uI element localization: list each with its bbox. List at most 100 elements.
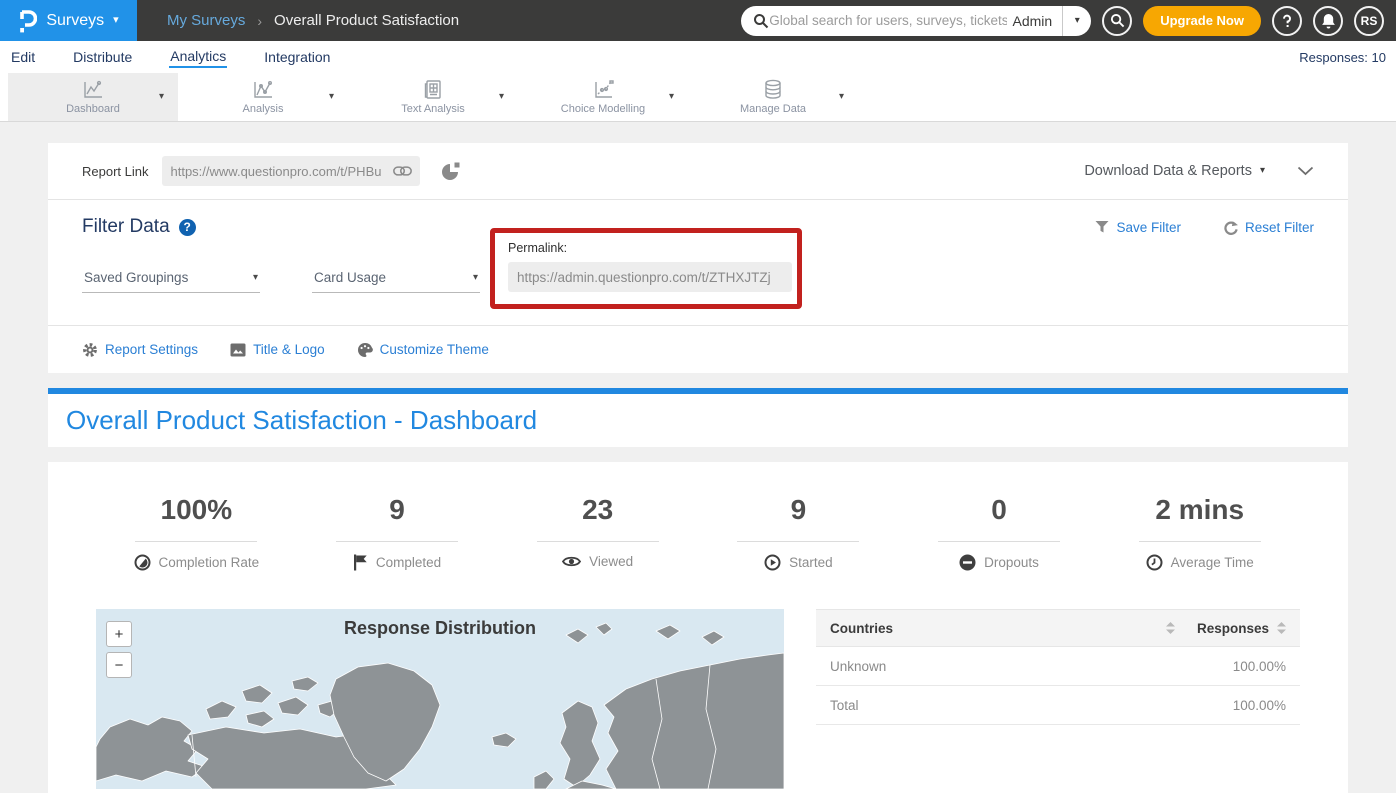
toolbar-dashboard[interactable]: Dashboard: [8, 73, 178, 121]
chain-link-icon[interactable]: [393, 165, 412, 177]
pie-report-icon[interactable]: [440, 161, 461, 182]
chevron-right-icon: [257, 13, 262, 29]
tab-distribute[interactable]: Distribute: [72, 47, 133, 67]
responses-header[interactable]: Responses: [1197, 621, 1269, 636]
map-zoom-in-button[interactable]: +: [106, 621, 132, 647]
toolbar-text-analysis[interactable]: Text Analysis: [348, 73, 518, 121]
divider: [537, 541, 659, 542]
caret-down-icon[interactable]: [329, 92, 334, 102]
stat-completion-rate: 100% Completion Rate: [96, 494, 297, 571]
clock-icon: [1146, 554, 1163, 571]
country-cell: Unknown: [830, 659, 886, 674]
countries-table-header: Countries Responses: [816, 609, 1300, 647]
upgrade-now-button[interactable]: Upgrade Now: [1143, 6, 1261, 36]
report-settings-button[interactable]: Report Settings: [82, 342, 198, 358]
report-link-field: [162, 156, 420, 186]
countries-header[interactable]: Countries: [830, 621, 893, 636]
toolbar-choice-modelling[interactable]: Choice Modelling: [518, 73, 688, 121]
saved-groupings-select[interactable]: Saved Groupings: [82, 270, 260, 293]
divider: [737, 541, 859, 542]
report-actions-row: Report Settings Title & Logo Customize T…: [48, 325, 1348, 373]
global-search-input[interactable]: [769, 13, 1006, 28]
map-zoom-out-button[interactable]: −: [106, 652, 132, 678]
search-icon: [1110, 13, 1125, 28]
divider: [938, 541, 1060, 542]
database-icon: [763, 79, 783, 100]
toolbar-label: Analysis: [243, 103, 284, 115]
question-circle-icon[interactable]: [179, 219, 196, 236]
download-data-reports-button[interactable]: Download Data & Reports: [1084, 163, 1265, 179]
title-logo-button[interactable]: Title & Logo: [230, 342, 325, 357]
stat-label: Completion Rate: [159, 555, 260, 570]
divider: [1139, 541, 1261, 542]
stat-value: 100%: [96, 494, 297, 526]
map-title: Response Distribution: [96, 609, 784, 639]
play-circle-icon: [764, 554, 781, 571]
notifications-button[interactable]: [1313, 6, 1343, 36]
avatar[interactable]: RS: [1354, 6, 1384, 36]
scatter-flag-icon: [592, 80, 614, 100]
gear-icon: [82, 342, 98, 358]
title-logo-label: Title & Logo: [253, 342, 325, 357]
surveys-menu[interactable]: Surveys: [0, 0, 137, 41]
customize-theme-button[interactable]: Customize Theme: [357, 342, 489, 358]
reset-filter-label: Reset Filter: [1245, 220, 1314, 235]
bell-icon: [1321, 13, 1336, 29]
report-link-input[interactable]: [170, 164, 393, 179]
caret-down-icon[interactable]: [669, 92, 674, 102]
breadcrumb-current: Overall Product Satisfaction: [274, 12, 459, 29]
reset-filter-button[interactable]: Reset Filter: [1223, 220, 1314, 235]
stat-label: Average Time: [1171, 555, 1254, 570]
image-icon: [230, 343, 246, 357]
breadcrumb-my-surveys[interactable]: My Surveys: [167, 12, 245, 29]
search-scope-dropdown[interactable]: [1063, 6, 1091, 36]
toolbar-manage-data[interactable]: Manage Data: [688, 73, 858, 121]
customize-theme-label: Customize Theme: [380, 342, 489, 357]
saved-groupings-label: Saved Groupings: [84, 270, 188, 285]
search-scope-label: Admin: [1007, 13, 1063, 29]
caret-down-icon[interactable]: [499, 92, 504, 102]
stat-completed: 9 Completed: [297, 494, 498, 571]
toolbar-label: Dashboard: [66, 103, 120, 115]
countries-table: Countries Responses: [816, 609, 1300, 789]
chevron-down-icon[interactable]: [1297, 166, 1314, 176]
caret-down-icon[interactable]: [839, 92, 844, 102]
report-settings-label: Report Settings: [105, 342, 198, 357]
permalink-input[interactable]: [508, 262, 792, 292]
topbar-actions: Admin Upgrade Now RS: [741, 6, 1396, 36]
response-distribution-map[interactable]: + − Response Distribution: [96, 609, 784, 789]
toolbar-label: Choice Modelling: [561, 103, 645, 115]
toolbar-analysis[interactable]: Analysis: [178, 73, 348, 121]
product-label: Surveys: [46, 12, 104, 30]
responses-count: Responses: 10: [1299, 50, 1386, 65]
sort-arrows-icon[interactable]: [1277, 622, 1286, 634]
palette-icon: [357, 342, 373, 358]
table-row: Unknown 100.00%: [816, 647, 1300, 686]
sort-arrows-icon[interactable]: [1166, 622, 1175, 634]
page-title: Overall Product Satisfaction - Dashboard: [66, 405, 537, 436]
stat-viewed: 23 Viewed: [497, 494, 698, 571]
stats-row: 100% Completion Rate 9: [96, 494, 1300, 571]
visualization-row: + − Response Distribution: [96, 609, 1300, 789]
caret-down-icon: [113, 15, 119, 26]
card-usage-label: Card Usage: [314, 270, 386, 285]
tab-integration[interactable]: Integration: [263, 47, 331, 67]
help-icon: [1279, 13, 1295, 29]
stat-started: 9 Started: [698, 494, 899, 571]
funnel-icon: [1095, 220, 1109, 234]
tab-edit[interactable]: Edit: [10, 47, 36, 67]
stat-label: Started: [789, 555, 833, 570]
page-body: Report Link Download Data & Reports: [0, 122, 1396, 793]
help-button[interactable]: [1272, 6, 1302, 36]
report-controls-card: Report Link Download Data & Reports: [48, 143, 1348, 373]
caret-down-icon[interactable]: [159, 92, 164, 102]
stat-label: Dropouts: [984, 555, 1039, 570]
card-usage-select[interactable]: Card Usage: [312, 270, 480, 293]
line-chart-icon: [82, 80, 104, 100]
search-button[interactable]: [1102, 6, 1132, 36]
tab-analytics[interactable]: Analytics: [169, 46, 227, 68]
caret-down-icon: [1260, 166, 1265, 176]
stat-value: 23: [497, 494, 698, 526]
stat-label: Completed: [376, 555, 441, 570]
save-filter-button[interactable]: Save Filter: [1095, 220, 1181, 235]
